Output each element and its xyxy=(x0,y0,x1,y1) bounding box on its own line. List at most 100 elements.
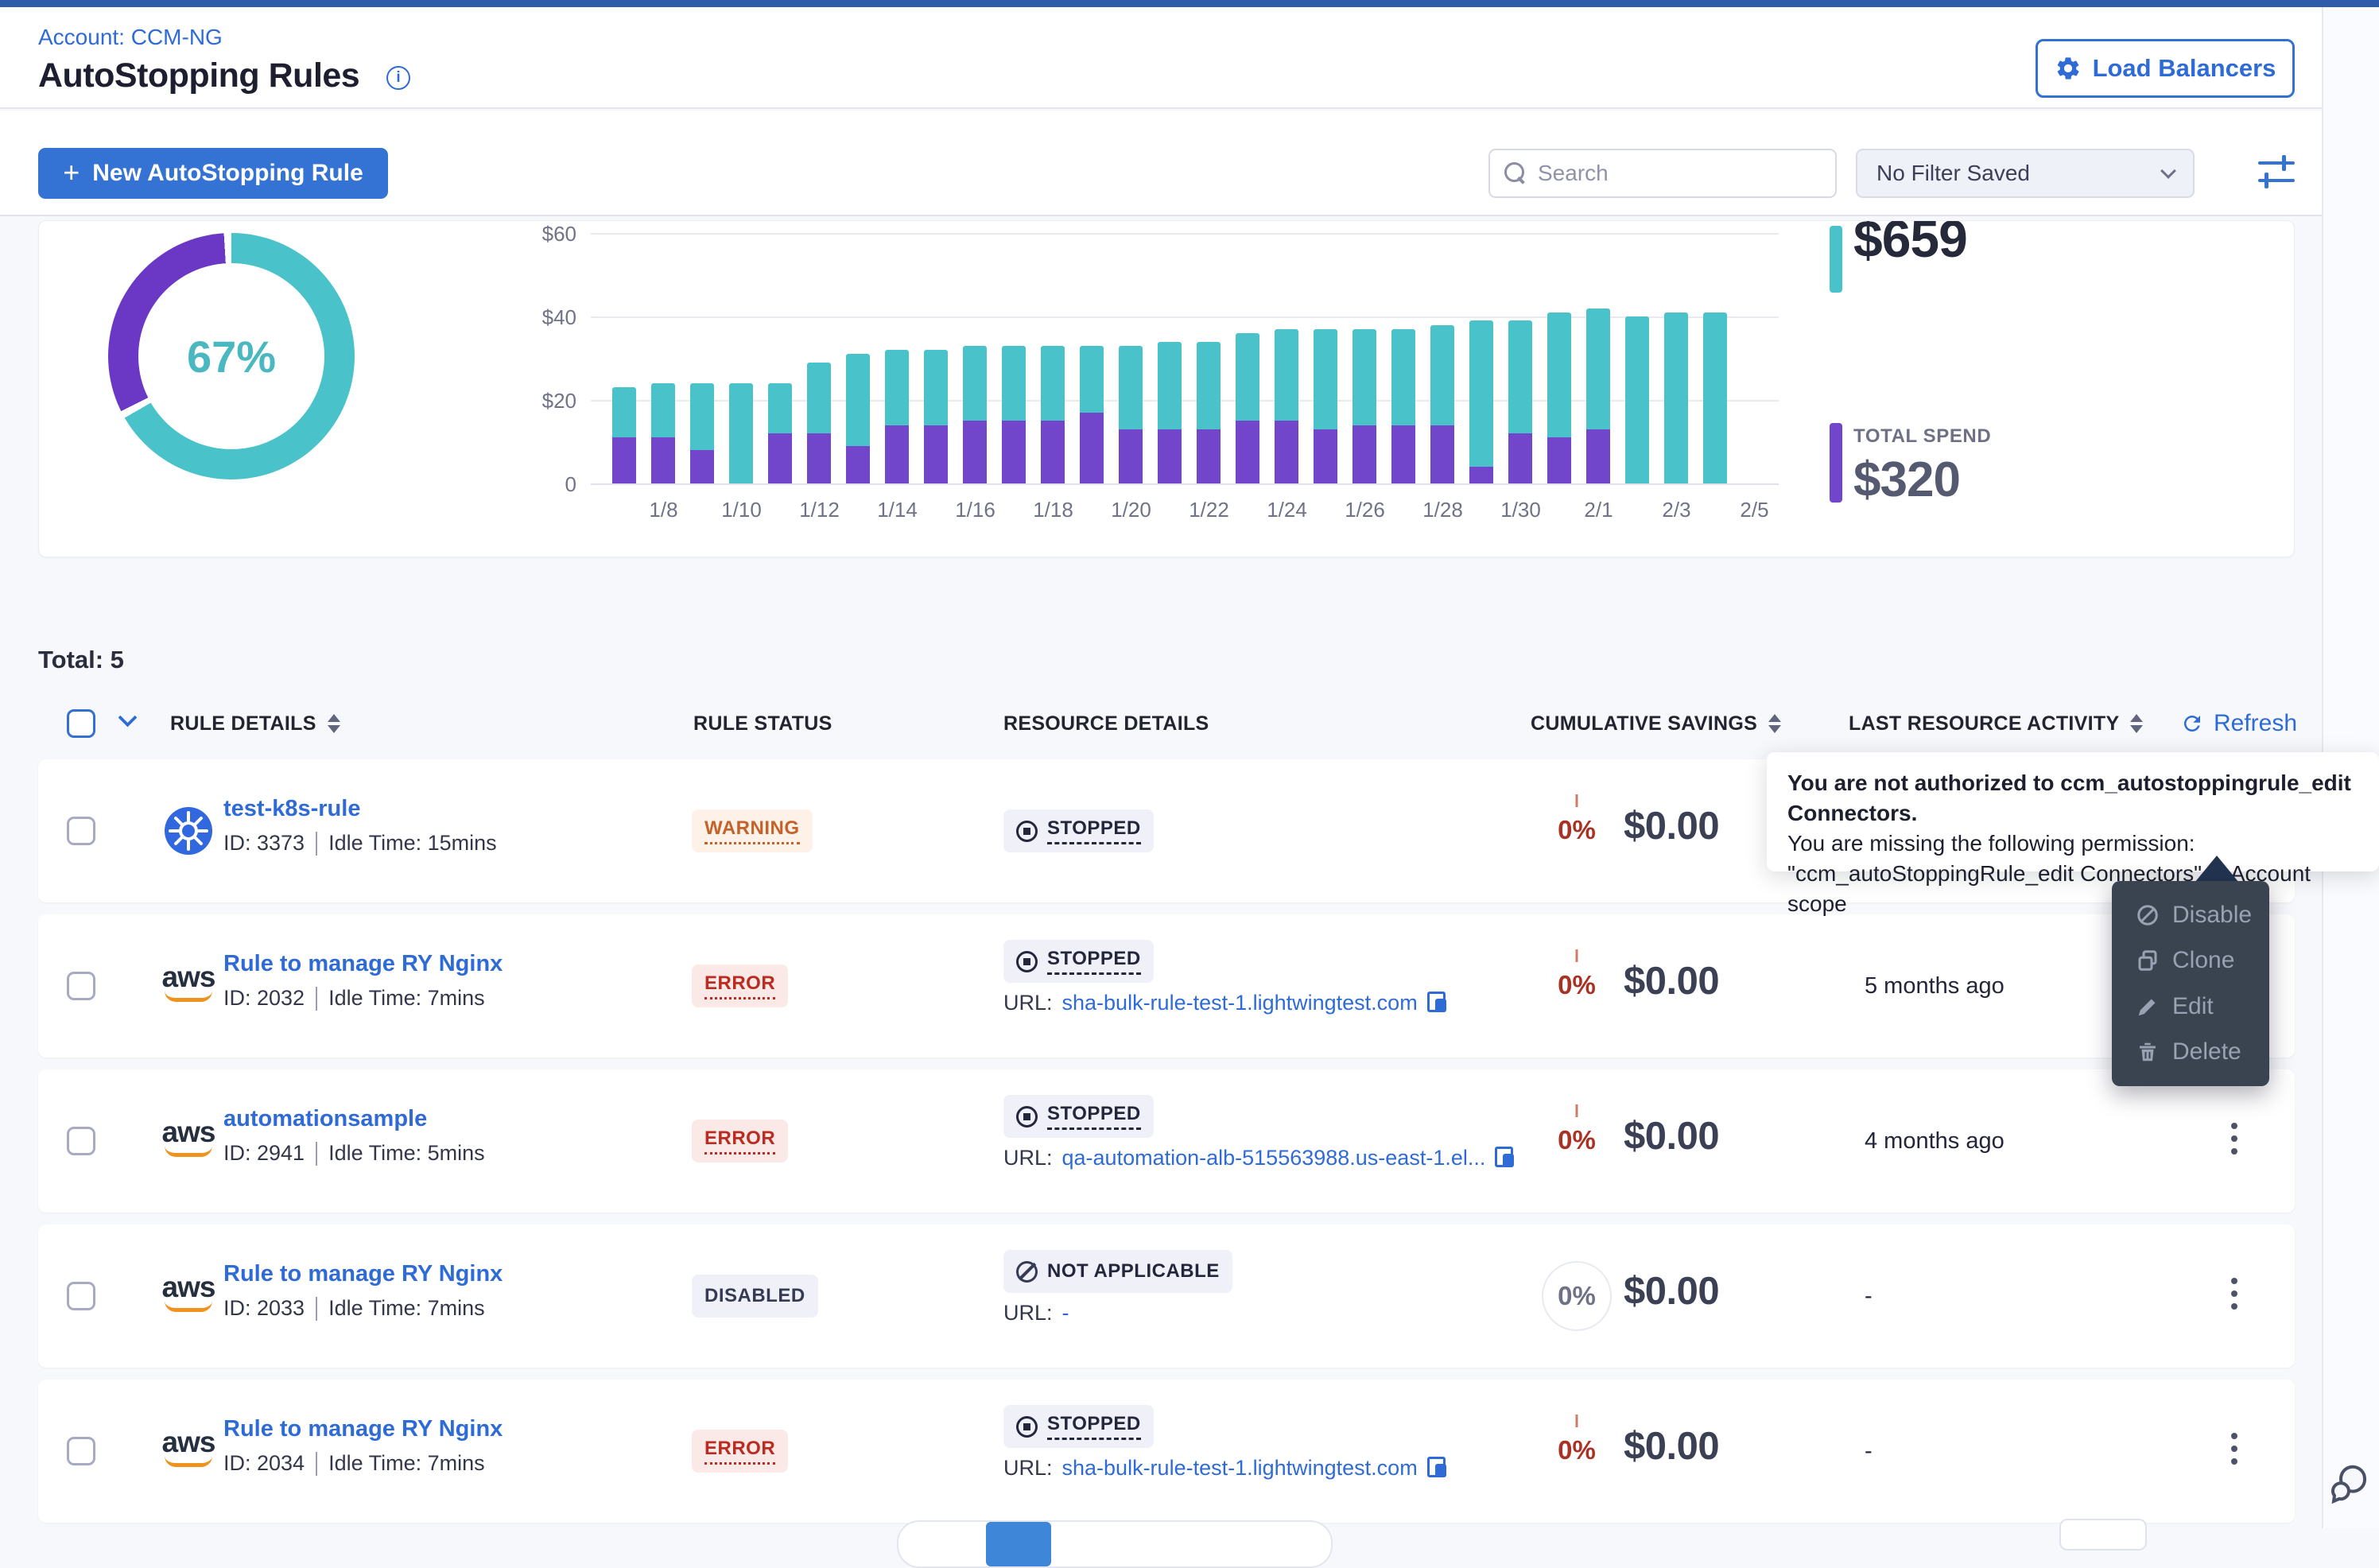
resource-state-badge: STOPPED xyxy=(1003,1095,1154,1138)
disable-icon xyxy=(2136,903,2160,927)
row-menu-kebab-icon[interactable] xyxy=(2226,1428,2242,1469)
delete-icon xyxy=(2136,1040,2160,1064)
savings-percent: 0% xyxy=(1533,1415,1620,1488)
x-axis-tick-label: 2/5 xyxy=(1719,498,1791,522)
y-axis-tick-label: $20 xyxy=(484,389,576,413)
copy-icon[interactable] xyxy=(1427,1457,1449,1481)
row-menu-kebab-icon[interactable] xyxy=(2226,1118,2242,1159)
bottom-right-button[interactable] xyxy=(2059,1519,2147,1551)
rule-id-idle: ID: 2032Idle Time: 7mins xyxy=(223,986,485,1011)
load-balancers-label: Load Balancers xyxy=(2093,54,2276,83)
info-icon[interactable]: i xyxy=(386,66,410,90)
resource-url-link[interactable]: qa-automation-alb-515563988.us-east-1.el… xyxy=(1062,1146,1486,1170)
stacked-bar xyxy=(1391,329,1415,483)
menu-item-delete[interactable]: Delete xyxy=(2112,1030,2269,1074)
stacked-bar xyxy=(1314,329,1337,483)
resource-url-link[interactable]: sha-bulk-rule-test-1.lightwingtest.com xyxy=(1062,1456,1418,1481)
stacked-bar xyxy=(1119,346,1143,483)
select-all-checkbox[interactable] xyxy=(67,709,95,738)
progress-tick xyxy=(1576,1415,1578,1427)
stacked-bar xyxy=(1080,346,1104,483)
stacked-bar xyxy=(1236,333,1259,483)
edit-icon xyxy=(2136,995,2160,1019)
row-checkbox[interactable] xyxy=(67,1437,95,1465)
row-checkbox[interactable] xyxy=(67,1127,95,1155)
resource-url: URL: - xyxy=(1003,1301,1069,1325)
sort-icon[interactable] xyxy=(2130,714,2143,733)
copy-icon[interactable] xyxy=(1427,992,1449,1015)
breadcrumb-account-link[interactable]: Account: CCM-NG xyxy=(38,25,223,50)
resource-state-badge: STOPPED xyxy=(1003,1405,1154,1448)
row-menu-kebab-icon[interactable] xyxy=(2226,1273,2242,1314)
stacked-bar xyxy=(768,383,792,483)
rule-name-link[interactable]: test-k8s-rule xyxy=(223,796,360,822)
filter-panel-icon[interactable] xyxy=(2258,152,2296,193)
menu-item-edit[interactable]: Edit xyxy=(2112,984,2269,1029)
pagination-active-page[interactable] xyxy=(986,1522,1051,1566)
menu-item-clone[interactable]: Clone xyxy=(2112,938,2269,983)
last-activity: 4 months ago xyxy=(1865,1128,2004,1155)
column-cumulative-savings[interactable]: CUMULATIVE SAVINGS xyxy=(1531,698,1781,749)
sort-icon[interactable] xyxy=(328,714,340,733)
table-header: RULE DETAILS RULE STATUS RESOURCE DETAIL… xyxy=(38,698,2295,749)
table-row: aws Rule to manage RY Nginx ID: 2032Idle… xyxy=(38,914,2295,1058)
chevron-down-icon xyxy=(2160,163,2176,179)
sort-icon[interactable] xyxy=(1768,714,1781,733)
rule-id-idle: ID: 2033Idle Time: 7mins xyxy=(223,1296,485,1321)
status-badge: ERROR xyxy=(692,1120,788,1162)
stacked-bar xyxy=(1002,346,1026,483)
aws-icon: aws xyxy=(159,1274,218,1325)
search-input[interactable] xyxy=(1538,161,1825,186)
new-autostopping-rule-button[interactable]: + New AutoStopping Rule xyxy=(38,148,388,199)
table-row: aws Rule to manage RY Nginx ID: 2033Idle… xyxy=(38,1225,2295,1368)
rule-name-link[interactable]: Rule to manage RY Nginx xyxy=(223,1261,503,1287)
row-checkbox[interactable] xyxy=(67,817,95,845)
stacked-bar xyxy=(846,354,870,483)
stacked-bar xyxy=(963,346,987,483)
stopped-icon xyxy=(1016,1106,1038,1127)
pagination[interactable] xyxy=(897,1520,1333,1568)
last-activity: - xyxy=(1865,1283,1873,1310)
rule-name-link[interactable]: automationsample xyxy=(223,1106,427,1132)
savings-percent: 0% xyxy=(1533,949,1620,1023)
column-rule-details[interactable]: RULE DETAILS xyxy=(170,698,340,749)
aws-icon: aws xyxy=(159,1429,218,1480)
table-row: aws automationsample ID: 2941Idle Time: … xyxy=(38,1069,2295,1213)
bulk-actions-chevron-icon[interactable] xyxy=(118,708,137,727)
row-checkbox[interactable] xyxy=(67,1282,95,1310)
last-activity: 5 months ago xyxy=(1865,973,2004,999)
rule-name-link[interactable]: Rule to manage RY Nginx xyxy=(223,951,503,977)
savings-amount: $0.00 xyxy=(1624,1114,1799,1159)
column-last-resource-activity[interactable]: LAST RESOURCE ACTIVITY xyxy=(1849,698,2143,749)
menu-item-disable[interactable]: Disable xyxy=(2112,893,2269,937)
copy-icon[interactable] xyxy=(1495,1147,1516,1170)
x-axis-tick-label: 1/12 xyxy=(784,498,856,522)
load-balancers-button[interactable]: Load Balancers xyxy=(2036,39,2295,98)
support-chat-icon[interactable] xyxy=(2323,1460,2374,1511)
stopped-icon xyxy=(1016,1416,1038,1438)
resource-url-link[interactable]: sha-bulk-rule-test-1.lightwingtest.com xyxy=(1062,991,1418,1015)
total-savings-value: $659 xyxy=(1853,220,1967,269)
y-axis-tick-label: 0 xyxy=(484,472,576,497)
chart-gridline xyxy=(591,233,1779,235)
resource-state-badge: STOPPED xyxy=(1003,809,1154,852)
column-rule-status: RULE STATUS xyxy=(693,698,832,749)
rule-id-idle: ID: 3373Idle Time: 15mins xyxy=(223,831,497,856)
resource-state-badge: NOT APPLICABLE xyxy=(1003,1250,1232,1293)
x-axis-tick-label: 1/20 xyxy=(1096,498,1167,522)
x-axis-tick-label: 2/1 xyxy=(1563,498,1635,522)
row-checkbox[interactable] xyxy=(67,972,95,1000)
rule-name-link[interactable]: Rule to manage RY Nginx xyxy=(223,1416,503,1442)
kubernetes-icon xyxy=(163,805,214,856)
stacked-bar xyxy=(1041,346,1065,483)
savings-gauge: 0% xyxy=(1542,1261,1612,1331)
saved-filter-dropdown[interactable]: No Filter Saved xyxy=(1856,149,2195,198)
total-count: Total: 5 xyxy=(38,646,124,674)
savings-donut-chart: 67% xyxy=(108,233,355,479)
aws-icon: aws xyxy=(159,1119,218,1170)
top-accent-bar xyxy=(0,0,2379,7)
resource-url: URL: sha-bulk-rule-test-1.lightwingtest.… xyxy=(1003,1456,1449,1481)
page-title: AutoStopping Rules xyxy=(38,56,359,95)
stacked-bar xyxy=(1469,320,1493,483)
refresh-button[interactable]: Refresh xyxy=(2180,698,2297,749)
